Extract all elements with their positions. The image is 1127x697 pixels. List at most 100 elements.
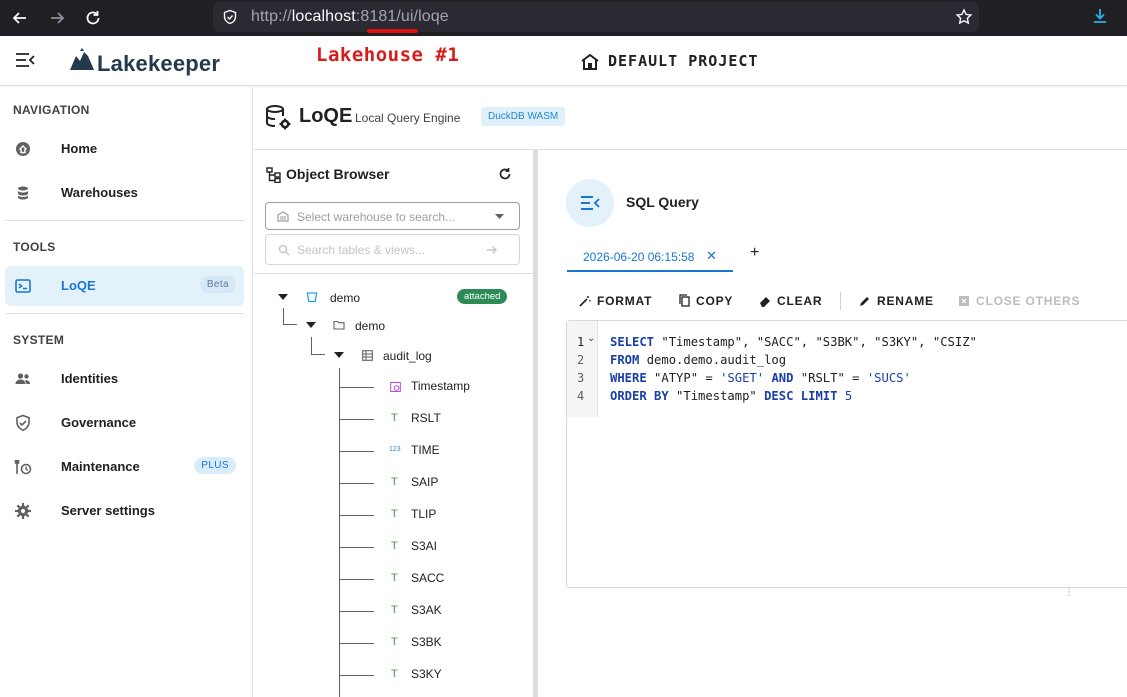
- attached-badge: attached: [457, 289, 508, 304]
- reload-button[interactable]: [81, 6, 105, 30]
- sidebar-item-loqe[interactable]: LoQE Beta: [5, 266, 244, 306]
- sidebar: NAVIGATION Home Warehouses TOOLS LoQE Be…: [0, 87, 253, 697]
- code-token: ORDER BY: [610, 389, 669, 403]
- tree-column[interactable]: S3KY: [411, 667, 442, 681]
- arrow-right-icon[interactable]: [486, 245, 498, 255]
- sidebar-divider: [5, 220, 244, 221]
- tree-column[interactable]: S3BK: [411, 635, 442, 649]
- tree-connector: [311, 354, 325, 355]
- text-type-icon: T: [391, 540, 398, 552]
- tree-column[interactable]: TIME: [411, 443, 440, 457]
- code-token: 'SGET': [720, 371, 765, 385]
- magic-wand-icon: [579, 296, 591, 307]
- address-bar[interactable]: http://localhost:8181/ui/loqe: [213, 2, 979, 32]
- navigation-section-title: NAVIGATION: [13, 103, 90, 117]
- tree-connector: [339, 675, 374, 676]
- tree-namespace[interactable]: demo: [355, 319, 385, 333]
- app-logo-text: Lakekeeper: [97, 51, 221, 76]
- arrow-left-icon: [12, 12, 26, 24]
- tree-column[interactable]: TLIP: [411, 507, 436, 521]
- text-type-icon: T: [391, 604, 398, 616]
- people-icon: [15, 373, 30, 384]
- tree-connector: [339, 611, 374, 612]
- code-token: "Timestamp": [668, 389, 765, 403]
- sidebar-item-governance[interactable]: Governance: [5, 403, 244, 443]
- page-subtitle: Local Query Engine: [355, 111, 461, 125]
- sidebar-item-home[interactable]: Home: [5, 129, 244, 169]
- copy-icon: [679, 294, 690, 307]
- url-text: http://localhost:8181/ui/loqe: [251, 8, 449, 26]
- tree-connector: [339, 419, 374, 420]
- sidebar-item-label: Server settings: [61, 503, 155, 518]
- bookmark-star-icon[interactable]: [955, 8, 973, 26]
- sidebar-item-maintenance[interactable]: Maintenance PLUS: [5, 447, 244, 487]
- refresh-icon[interactable]: [498, 167, 512, 181]
- code-token: AND: [771, 371, 794, 385]
- code-token: FROM: [610, 353, 640, 367]
- tree-column[interactable]: S3AK: [411, 603, 442, 617]
- add-tab-button[interactable]: +: [750, 244, 759, 262]
- query-tab[interactable]: 2026-06-20 06:15:58: [583, 250, 694, 264]
- tree-warehouse[interactable]: demo: [330, 291, 360, 305]
- tree-connector: [339, 387, 374, 388]
- plus-badge: PLUS: [194, 457, 236, 474]
- table-icon: [362, 350, 373, 361]
- sidebar-item-server-settings[interactable]: Server settings: [5, 491, 244, 531]
- warehouse-select[interactable]: Select warehouse to search...: [265, 202, 520, 230]
- browser-toolbar: http://localhost:8181/ui/loqe: [0, 0, 1127, 36]
- text-type-icon: T: [391, 572, 398, 584]
- tree-connector: [311, 337, 312, 354]
- forward-button[interactable]: [45, 6, 69, 30]
- clear-label: CLEAR: [777, 294, 823, 308]
- tree-connector: [339, 547, 374, 548]
- code-token: DESC: [764, 389, 794, 403]
- sidebar-item-identities[interactable]: Identities: [5, 359, 244, 399]
- tree-column[interactable]: Timestamp: [411, 379, 470, 393]
- chevron-down-icon: [495, 214, 504, 219]
- code-token: 'SUCS': [866, 371, 911, 385]
- download-icon[interactable]: [1091, 7, 1109, 25]
- panel-divider: [254, 273, 533, 274]
- tree-column[interactable]: RSLT: [411, 411, 441, 425]
- rename-button[interactable]: RENAME: [859, 294, 934, 308]
- format-button[interactable]: FORMAT: [579, 294, 652, 308]
- line-number: 2: [577, 353, 585, 367]
- sql-editor[interactable]: 1 ⌄ SELECT "Timestamp", "SACC", "S3BK", "S…: [566, 320, 1127, 588]
- code-token: 5: [844, 389, 853, 403]
- menu-collapse-icon[interactable]: [15, 52, 35, 68]
- clear-button[interactable]: CLEAR: [759, 294, 822, 308]
- project-selector[interactable]: DEFAULT PROJECT: [608, 52, 758, 70]
- tree-column[interactable]: SACC: [411, 571, 444, 585]
- copy-button[interactable]: COPY: [679, 294, 733, 308]
- arrow-right-icon: [51, 12, 65, 24]
- chevron-down-icon[interactable]: [306, 322, 316, 328]
- system-section-title: SYSTEM: [13, 333, 65, 347]
- tree-column[interactable]: S3AI: [411, 539, 437, 553]
- beta-badge: Beta: [199, 276, 236, 293]
- table-search-input[interactable]: Search tables & views...: [265, 234, 520, 265]
- tree-table[interactable]: audit_log: [383, 349, 432, 363]
- tree-connector: [283, 308, 284, 324]
- page-header: LoQE Local Query Engine DuckDB WASM: [254, 87, 1127, 150]
- chevron-down-icon[interactable]: [334, 352, 344, 358]
- fold-chevron-icon[interactable]: ⌄: [587, 333, 595, 344]
- tree-connector: [339, 515, 374, 516]
- tree-column[interactable]: SAIP: [411, 475, 438, 489]
- toolbar-divider: [840, 292, 841, 310]
- close-others-button[interactable]: CLOSE OTHERS: [958, 294, 1080, 308]
- tree-connector: [339, 451, 374, 452]
- sidebar-item-warehouses[interactable]: Warehouses: [5, 173, 244, 213]
- back-button[interactable]: [8, 6, 32, 30]
- database-cog-icon: [266, 105, 291, 130]
- url-port: :8181: [355, 8, 397, 25]
- code-token: WHERE: [610, 371, 647, 385]
- panel-resize-handle[interactable]: [533, 150, 538, 697]
- url-highlight-underline: [367, 29, 418, 33]
- sql-query-title: SQL Query: [626, 194, 699, 210]
- sidebar-item-label: Home: [61, 141, 98, 156]
- close-icon[interactable]: ✕: [706, 248, 717, 264]
- line-number: 4: [577, 389, 585, 403]
- url-scheme: http://: [251, 8, 292, 25]
- chevron-down-icon[interactable]: [278, 294, 288, 300]
- editor-resize-handle[interactable]: ⋮: [1064, 587, 1074, 598]
